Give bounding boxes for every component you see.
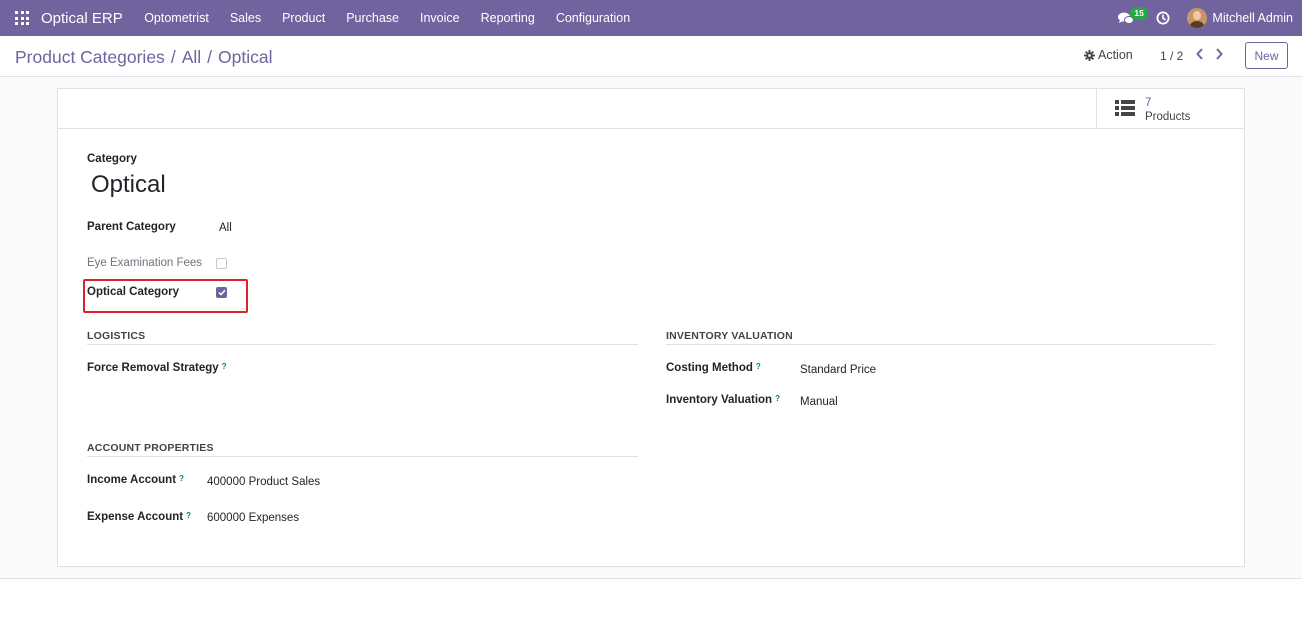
force-removal-strategy-text: Force Removal Strategy: [87, 362, 219, 374]
menu-item-configuration[interactable]: Configuration: [545, 0, 640, 36]
smart-button-box: 7 Products: [58, 89, 1244, 129]
costing-method-label: Costing Method?: [666, 362, 761, 374]
income-account-label: Income Account?: [87, 474, 184, 486]
chevron-right-icon[interactable]: [1214, 47, 1224, 66]
chat-count-badge: 15: [1130, 7, 1148, 20]
menu-item-product[interactable]: Product: [272, 0, 336, 36]
user-avatar[interactable]: [1187, 8, 1208, 28]
costing-method-field[interactable]: Standard Price: [800, 364, 876, 376]
force-removal-strategy-label: Force Removal Strategy?: [87, 362, 227, 374]
expense-account-text: Expense Account: [87, 511, 184, 523]
category-label: Category: [87, 153, 137, 165]
checkmark-icon: [217, 289, 226, 296]
breadcrumb-product-categories[interactable]: Product Categories: [15, 47, 165, 68]
breadcrumb-separator: /: [170, 47, 176, 67]
inventory-valuation-section-title: INVENTORY VALUATION: [666, 330, 793, 342]
control-panel: Product Categories / All / Optical Actio…: [0, 36, 1302, 77]
help-tooltip-icon[interactable]: ?: [179, 474, 184, 483]
breadcrumb: Product Categories / All / Optical: [15, 47, 272, 68]
account-properties-section-title: ACCOUNT PROPERTIES: [87, 442, 214, 454]
navbar-systray: 15 Mitchell Admin: [1116, 0, 1302, 36]
income-account-text: Income Account: [87, 474, 177, 486]
breadcrumb-current: Optical: [218, 47, 273, 67]
section-divider: [87, 344, 638, 345]
pager-value[interactable]: 1 / 2: [1160, 49, 1183, 63]
help-tooltip-icon[interactable]: ?: [222, 362, 227, 371]
section-divider: [87, 456, 638, 457]
menu-item-optometrist[interactable]: Optometrist: [134, 0, 220, 36]
list-icon: [1115, 100, 1135, 116]
inventory-valuation-label: Inventory Valuation?: [666, 394, 780, 406]
logistics-section-title: LOGISTICS: [87, 330, 146, 342]
chevron-left-icon[interactable]: [1195, 47, 1205, 66]
menu-item-reporting[interactable]: Reporting: [470, 0, 545, 36]
breadcrumb-all[interactable]: All: [182, 47, 201, 68]
menu-item-invoice[interactable]: Invoice: [410, 0, 471, 36]
inventory-valuation-field[interactable]: Manual: [800, 396, 838, 408]
section-divider: [666, 344, 1215, 345]
menu-item-purchase[interactable]: Purchase: [336, 0, 410, 36]
products-count: 7: [1145, 97, 1152, 109]
products-label: Products: [1145, 111, 1191, 123]
apps-grid-icon[interactable]: [15, 11, 29, 25]
costing-method-text: Costing Method: [666, 362, 753, 374]
expense-account-label: Expense Account?: [87, 511, 191, 523]
top-navbar: Optical ERP Optometrist Sales Product Pu…: [0, 0, 1302, 36]
messaging-button[interactable]: 15: [1116, 0, 1148, 36]
optical-category-checkbox[interactable]: [216, 287, 227, 298]
new-button[interactable]: New: [1245, 42, 1288, 69]
eye-examination-fees-label: Eye Examination Fees: [87, 257, 203, 269]
menu-item-sales[interactable]: Sales: [219, 0, 271, 36]
inventory-valuation-text: Inventory Valuation: [666, 394, 773, 406]
help-tooltip-icon[interactable]: ?: [756, 362, 761, 371]
gear-icon: [1084, 49, 1095, 61]
user-name[interactable]: Mitchell Admin: [1212, 11, 1293, 25]
optical-category-label: Optical Category: [87, 286, 180, 298]
help-tooltip-icon[interactable]: ?: [775, 394, 780, 403]
products-smart-button[interactable]: 7 Products: [1096, 89, 1244, 129]
action-label: Action: [1098, 48, 1133, 62]
clock-icon[interactable]: [1156, 11, 1170, 25]
breadcrumb-separator: /: [207, 47, 213, 67]
main-menu: Optometrist Sales Product Purchase Invoi…: [134, 0, 641, 36]
income-account-field[interactable]: 400000 Product Sales: [207, 476, 320, 488]
app-brand[interactable]: Optical ERP: [41, 10, 123, 27]
eye-examination-fees-checkbox[interactable]: [216, 258, 227, 269]
action-button[interactable]: Action: [1084, 48, 1133, 62]
category-name-field[interactable]: Optical: [91, 171, 166, 199]
expense-account-field[interactable]: 600000 Expenses: [207, 512, 299, 524]
parent-category-label: Parent Category: [87, 221, 176, 233]
help-tooltip-icon[interactable]: ?: [186, 511, 191, 520]
parent-category-field[interactable]: All: [219, 222, 232, 234]
form-sheet: 7 Products Category Optical Parent Categ…: [57, 88, 1245, 567]
